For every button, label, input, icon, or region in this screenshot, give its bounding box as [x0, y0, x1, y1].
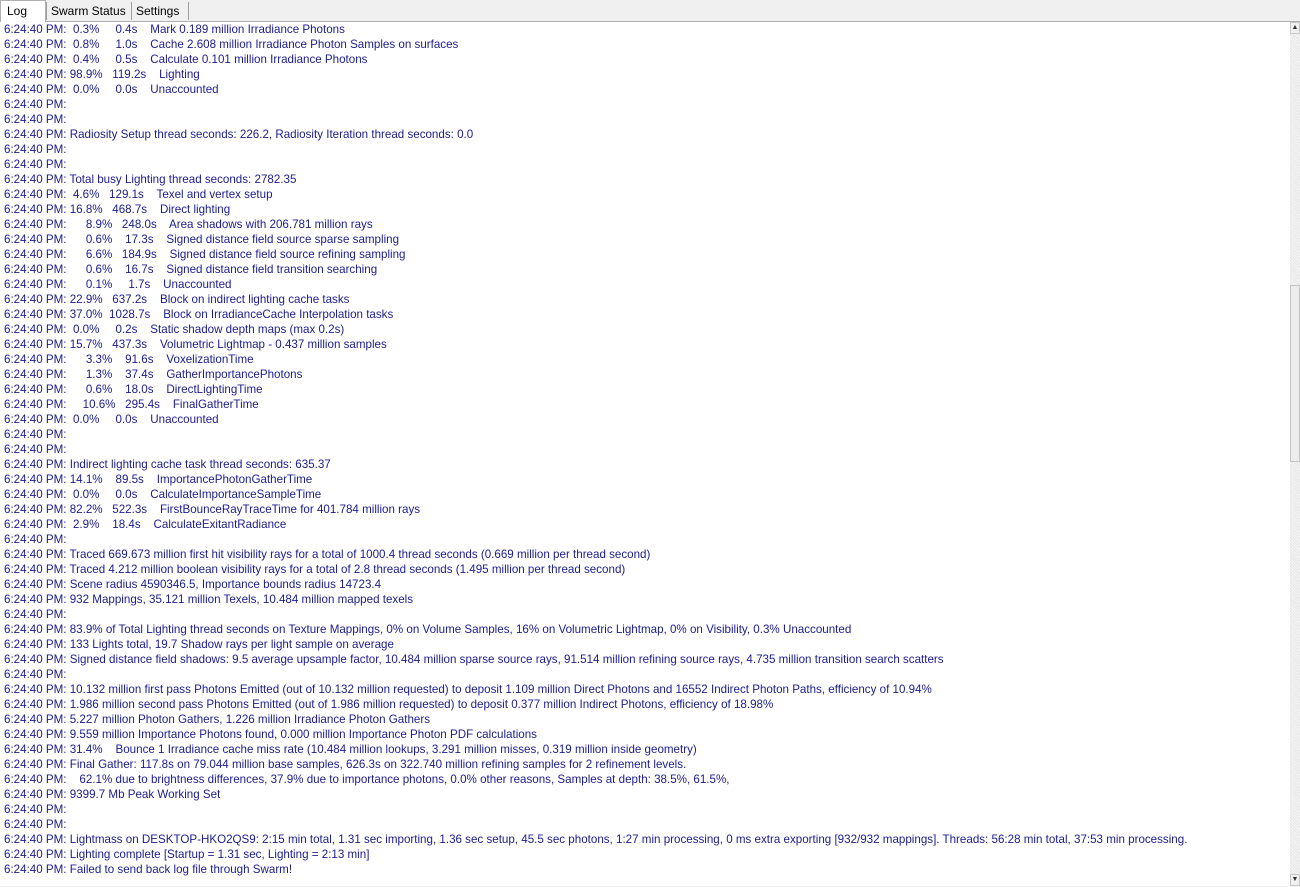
log-line: 6:24:40 PM: Radiosity Setup thread secon… — [4, 128, 474, 141]
log-line: 6:24:40 PM: 0.0% 0.0s Unaccounted — [4, 83, 219, 96]
log-line: 6:24:40 PM: 98.9% 119.2s Lighting — [4, 68, 200, 81]
log-line: 6:24:40 PM: 0.3% 0.4s Mark 0.189 million… — [4, 23, 345, 36]
log-line: 6:24:40 PM: 0.4% 0.5s Calculate 0.101 mi… — [4, 53, 368, 66]
log-line: 6:24:40 PM: 3.3% 91.6s VoxelizationTime — [4, 353, 254, 366]
log-line: 6:24:40 PM: Final Gather: 117.8s on 79.0… — [4, 758, 687, 771]
log-line: 6:24:40 PM: — [4, 818, 67, 831]
log-panel: 6:24:40 PM: 0.3% 0.4s Mark 0.189 million… — [0, 21, 1300, 886]
log-line: 6:24:40 PM: 83.9% of Total Lighting thre… — [4, 623, 852, 636]
log-line: 6:24:40 PM: 932 Mappings, 35.121 million… — [4, 593, 414, 606]
log-line: 6:24:40 PM: 16.8% 468.7s Direct lighting — [4, 203, 231, 216]
log-line: 6:24:40 PM: 1.3% 37.4s GatherImportanceP… — [4, 368, 303, 381]
log-line: 6:24:40 PM: Traced 669.673 million first… — [4, 548, 651, 561]
log-line: 6:24:40 PM: Signed distance field shadow… — [4, 653, 944, 666]
log-line: 6:24:40 PM: 31.4% Bounce 1 Irradiance ca… — [4, 743, 697, 756]
log-line: 6:24:40 PM: 9.559 million Importance Pho… — [4, 728, 537, 741]
log-line: 6:24:40 PM: 5.227 million Photon Gathers… — [4, 713, 430, 726]
scroll-down-arrow-icon[interactable]: ▼ — [1290, 874, 1300, 886]
log-line: 6:24:40 PM: — [4, 98, 67, 111]
log-line: 6:24:40 PM: 8.9% 248.0s Area shadows wit… — [4, 218, 373, 231]
log-line: 6:24:40 PM: 22.9% 637.2s Block on indire… — [4, 293, 350, 306]
log-line: 6:24:40 PM: — [4, 113, 67, 126]
log-line: 6:24:40 PM: 133 Lights total, 19.7 Shado… — [4, 638, 394, 651]
log-line: 6:24:40 PM: 2.9% 18.4s CalculateExitantR… — [4, 518, 287, 531]
log-line: 6:24:40 PM: — [4, 143, 67, 156]
log-line: 6:24:40 PM: Indirect lighting cache task… — [4, 458, 331, 471]
scrollbar-thumb[interactable] — [1290, 285, 1300, 462]
log-line: 6:24:40 PM: — [4, 608, 67, 621]
log-line: 6:24:40 PM: 0.6% 18.0s DirectLightingTim… — [4, 383, 263, 396]
log-line: 6:24:40 PM: — [4, 668, 67, 681]
log-line: 6:24:40 PM: — [4, 428, 67, 441]
tab-log[interactable]: Log — [0, 0, 46, 22]
log-line: 6:24:40 PM: 0.1% 1.7s Unaccounted — [4, 278, 232, 291]
log-line: 6:24:40 PM: 62.1% due to brightness diff… — [4, 773, 730, 786]
log-line: 6:24:40 PM: Total busy Lighting thread s… — [4, 173, 297, 186]
log-line: 6:24:40 PM: 10.132 million first pass Ph… — [4, 683, 932, 696]
log-line: 6:24:40 PM: — [4, 533, 67, 546]
log-line: 6:24:40 PM: — [4, 803, 67, 816]
log-line: 6:24:40 PM: 0.0% 0.0s CalculateImportanc… — [4, 488, 322, 501]
log-line: 6:24:40 PM: 0.0% 0.0s Unaccounted — [4, 413, 219, 426]
log-line: 6:24:40 PM: 15.7% 437.3s Volumetric Ligh… — [4, 338, 387, 351]
log-line: 6:24:40 PM: 82.2% 522.3s FirstBounceRayT… — [4, 503, 421, 516]
log-line: 6:24:40 PM: 10.6% 295.4s FinalGatherTime — [4, 398, 259, 411]
log-line: 6:24:40 PM: Lightmass on DESKTOP-HKO2QS9… — [4, 833, 1188, 846]
vertical-scrollbar[interactable]: ▲ ▼ — [1290, 22, 1300, 886]
log-line: 6:24:40 PM: 4.6% 129.1s Texel and vertex… — [4, 188, 273, 201]
scroll-up-arrow-icon[interactable]: ▲ — [1290, 22, 1300, 34]
log-line: 6:24:40 PM: 37.0% 1028.7s Block on Irrad… — [4, 308, 394, 321]
log-line: 6:24:40 PM: 9399.7 Mb Peak Working Set — [4, 788, 221, 801]
log-line: 6:24:40 PM: Lighting complete [Startup =… — [4, 848, 370, 861]
tab-bar: Log Swarm Status Settings — [0, 0, 1300, 22]
tab-settings[interactable]: Settings — [132, 2, 189, 20]
log-line: 6:24:40 PM: 0.6% 17.3s Signed distance f… — [4, 233, 400, 246]
log-line: 6:24:40 PM: Traced 4.212 million boolean… — [4, 563, 626, 576]
log-line: 6:24:40 PM: 0.6% 16.7s Signed distance f… — [4, 263, 378, 276]
log-line: 6:24:40 PM: 0.8% 1.0s Cache 2.608 millio… — [4, 38, 459, 51]
tab-swarm-status[interactable]: Swarm Status — [46, 2, 132, 20]
log-line: 6:24:40 PM: Failed to send back log file… — [4, 863, 293, 876]
log-line: 6:24:40 PM: Scene radius 4590346.5, Impo… — [4, 578, 382, 591]
log-line: 6:24:40 PM: 0.0% 0.2s Static shadow dept… — [4, 323, 345, 336]
log-line: 6:24:40 PM: 14.1% 89.5s ImportancePhoton… — [4, 473, 313, 486]
log-line: 6:24:40 PM: 1.986 million second pass Ph… — [4, 698, 774, 711]
log-line: 6:24:40 PM: — [4, 443, 67, 456]
log-line: 6:24:40 PM: — [4, 158, 67, 171]
log-output[interactable]: 6:24:40 PM: 0.3% 0.4s Mark 0.189 million… — [4, 22, 1288, 887]
log-line: 6:24:40 PM: 6.6% 184.9s Signed distance … — [4, 248, 406, 261]
